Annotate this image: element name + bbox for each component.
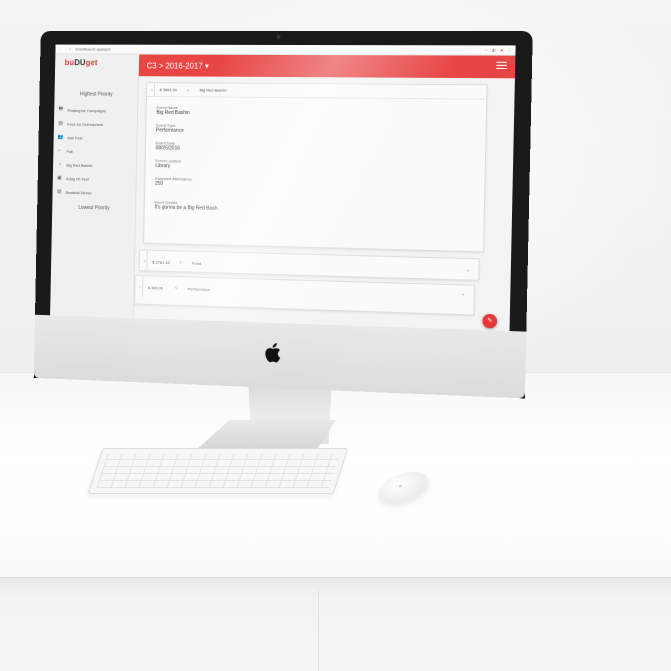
document-icon: ▤ [56,188,62,195]
drag-handle[interactable]: ≡ [147,82,156,97]
more-menu-icon[interactable]: ⋮ [507,47,511,52]
reorder-arrows-icon[interactable]: ⇅ [184,88,192,92]
sidebar-item-label: A Big Ol' Fest [66,175,90,182]
people-icon: 👥 [57,134,64,141]
card-header[interactable]: ≡ $ 300.00 ⇅ Performance ⌃ [135,275,474,308]
logo-part-a: bu [64,58,75,68]
sidebar-item-big-red-bashin[interactable]: ♪ Big Red Bashin [57,160,135,171]
sidebar-item-label: Jam Fest [66,134,83,140]
browser-nav-icons[interactable]: ← → C [59,47,72,52]
apple-logo-svg [265,343,281,363]
browser-extensions: ☆ ◧ ● ⋮ [484,47,511,52]
highest-priority-label: Highest Priority [80,91,113,98]
sidebar-item-fees[interactable]: ▤ Fees for Outreachers [58,119,136,130]
sidebar-item-label: Fees for Outreachers [67,121,104,127]
logo-part-b: DU [74,58,86,68]
chevron-up-icon[interactable]: ⌃ [461,294,465,300]
calendar-icon: ▣ [57,175,62,182]
field-value[interactable]: Performance [156,128,184,134]
card-name: Big Red Bashin [199,87,227,93]
sidebar-item-label: Fall [66,148,73,154]
address-bar[interactable]: brandheech.appspot [75,47,110,52]
extension-icon[interactable]: ◧ [492,47,496,52]
screen: ← → C brandheech.appspot ☆ ◧ ● ⋮ buDUget… [50,44,516,332]
field-value[interactable]: Big Red Bashin [156,110,190,116]
sidebar-item-big-ol-fest[interactable]: ▣ A Big Ol' Fest [57,173,135,184]
field-value[interactable]: 250 [155,181,192,188]
desk-seam [318,590,319,671]
field-expected-attendance: Expected Attendance 250 [155,176,192,188]
hamburger-menu-icon[interactable] [496,61,507,71]
card-name: Performance [187,285,211,292]
sidebar-item-printing[interactable]: 🖶 Printing for Campaigns [58,105,136,116]
mouse-logo-icon: ● [397,483,404,491]
printer-icon: 🖶 [58,105,64,112]
music-icon: ♪ [58,161,61,168]
card-name: Food [192,260,202,266]
lowest-priority-label: Lowest Priority [78,204,110,212]
main-content: ≡ $ 3061.00 ⇅ Big Red Bashin Event Name … [134,82,498,330]
field-value[interactable]: 08/25/2016 [156,145,180,151]
profile-icon[interactable]: ● [500,47,503,52]
card-amount: $ 300.00 [147,284,164,291]
keyboard-keys [96,454,340,488]
logo-part-c: get [85,58,98,68]
chevron-down-icon[interactable]: ⌄ [466,267,470,273]
sidebar-item-fall[interactable]: ⌐ Fall [57,146,135,157]
star-icon[interactable]: ☆ [484,47,488,52]
field-event-type: Event Type Performance [156,123,184,134]
event-card-performance[interactable]: ≡ $ 300.00 ⇅ Performance ⌃ [134,274,475,316]
field-event-details: Event Details It's gonna be a Big Red Ba… [154,200,218,212]
reorder-arrows-icon[interactable]: ⇅ [172,286,180,290]
sidebar-item-jam-fest[interactable]: 👥 Jam Fest [57,132,135,143]
card-amount: $ 2761.33 [152,259,170,265]
stairs-icon: ⌐ [58,147,62,154]
field-event-name: Event Name Big Red Bashin [156,105,190,116]
sidebar: buDUget Highest Priority 🖶 Printing for … [50,54,140,319]
app-header: C3 > 2016-2017 ▾ [138,54,516,79]
monitor: ← → C brandheech.appspot ☆ ◧ ● ⋮ buDUget… [33,30,533,399]
reorder-arrows-icon[interactable]: ⇅ [177,260,185,264]
card-header[interactable]: ≡ $ 3061.00 ⇅ Big Red Bashin [147,82,487,100]
camera-icon [276,34,281,39]
card-amount: $ 3061.00 [159,87,178,93]
sidebar-item-label: Bradical Dinner [65,189,92,195]
app-logo[interactable]: buDUget [65,58,98,67]
edit-fab-button[interactable]: ✎ [482,313,498,329]
sidebar-item-label: Big Red Bashin [66,162,93,168]
header-title[interactable]: C3 > 2016-2017 ▾ [147,61,209,70]
field-value[interactable]: It's gonna be a Big Red Bash. [154,204,218,211]
sidebar-item-bradical-dinner[interactable]: ▤ Bradical Dinner [56,187,134,198]
event-card-expanded: ≡ $ 3061.00 ⇅ Big Red Bashin Event Name … [143,82,488,253]
apple-logo-icon [262,343,282,366]
document-icon: ▤ [58,120,63,127]
field-event-date: Event Date 08/25/2016 [156,140,180,151]
field-value[interactable]: Library [155,163,181,169]
field-event-location: Event Location Library [155,158,181,169]
desk-front [0,577,671,671]
sidebar-item-label: Printing for Campaigns [67,107,107,113]
keyboard [87,448,349,494]
